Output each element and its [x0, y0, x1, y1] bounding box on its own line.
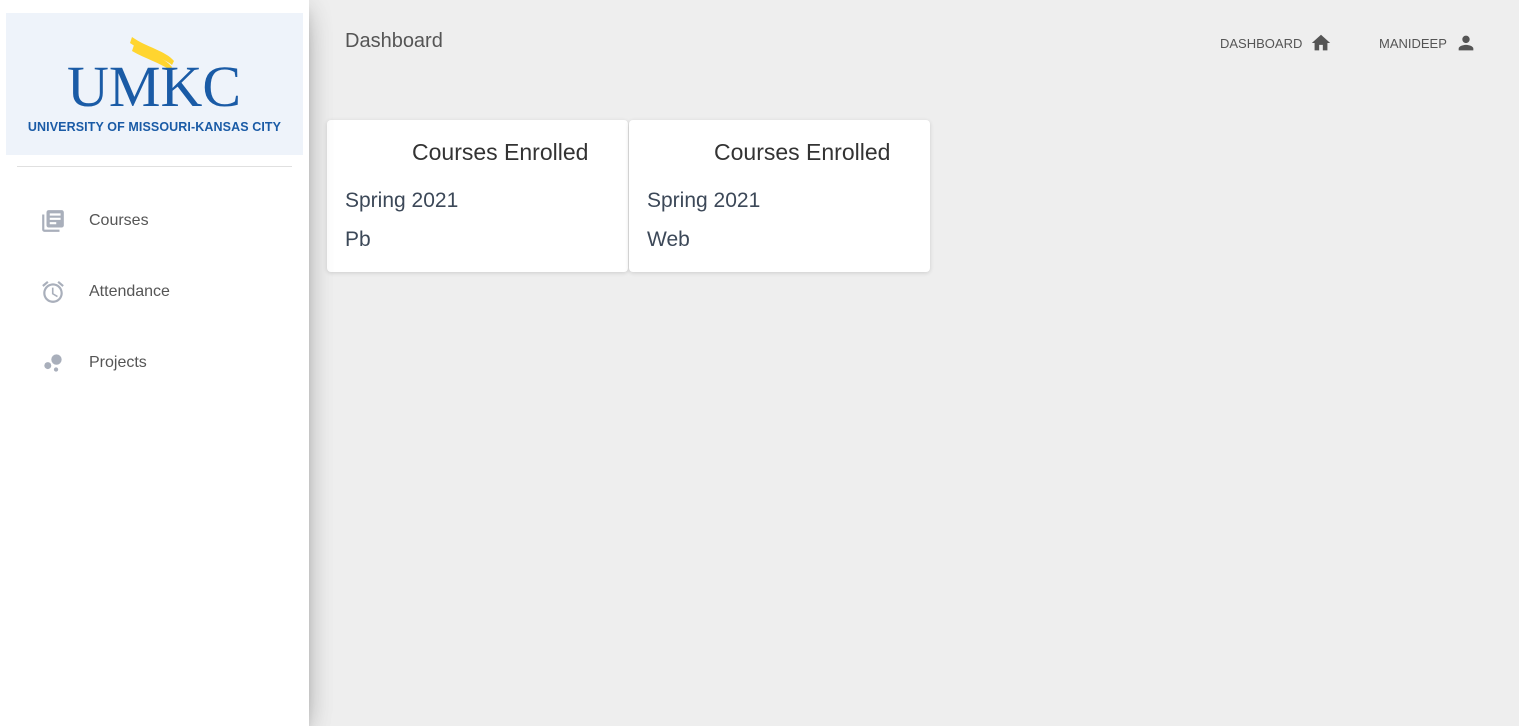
user-menu-button[interactable]: Manideep [1379, 28, 1477, 58]
sidebar-divider [17, 166, 292, 167]
card-course: Pb [345, 228, 371, 251]
sidebar: UMKC UNIVERSITY OF MISSOURI-KANSAS CITY … [0, 0, 309, 726]
logo-wordmark: UMKC [67, 54, 241, 119]
alarm-icon [39, 278, 67, 306]
user-name-label: Manideep [1379, 35, 1447, 51]
card-course: Web [647, 228, 690, 251]
dashboard-button-label: Dashboard [1220, 35, 1303, 51]
sidebar-item-attendance[interactable]: Attendance [17, 267, 292, 317]
person-icon [1455, 32, 1477, 54]
sidebar-item-label: Courses [89, 212, 149, 229]
home-icon [1310, 32, 1332, 54]
card-term: Spring 2021 [345, 189, 459, 212]
app-root: UMKC UNIVERSITY OF MISSOURI-KANSAS CITY … [0, 0, 1519, 726]
card-term: Spring 2021 [647, 189, 761, 212]
library-books-icon [39, 207, 67, 235]
card-title: Courses Enrolled [714, 139, 891, 165]
course-card[interactable]: Courses Enrolled Spring 2021 Pb [327, 120, 628, 272]
sidebar-item-courses[interactable]: Courses [17, 196, 292, 246]
logo-subtitle: UNIVERSITY OF MISSOURI-KANSAS CITY [27, 120, 282, 134]
umkc-logo[interactable]: UMKC UNIVERSITY OF MISSOURI-KANSAS CITY [6, 13, 303, 155]
bubble-chart-icon [39, 349, 67, 377]
sidebar-item-label: Attendance [89, 283, 170, 300]
dashboard-button[interactable]: Dashboard [1220, 28, 1332, 58]
card-title: Courses Enrolled [412, 139, 589, 165]
sidebar-item-projects[interactable]: Projects [17, 338, 292, 388]
sidebar-item-label: Projects [89, 354, 147, 371]
course-card[interactable]: Courses Enrolled Spring 2021 Web [629, 120, 930, 272]
page-title: Dashboard [345, 30, 443, 52]
